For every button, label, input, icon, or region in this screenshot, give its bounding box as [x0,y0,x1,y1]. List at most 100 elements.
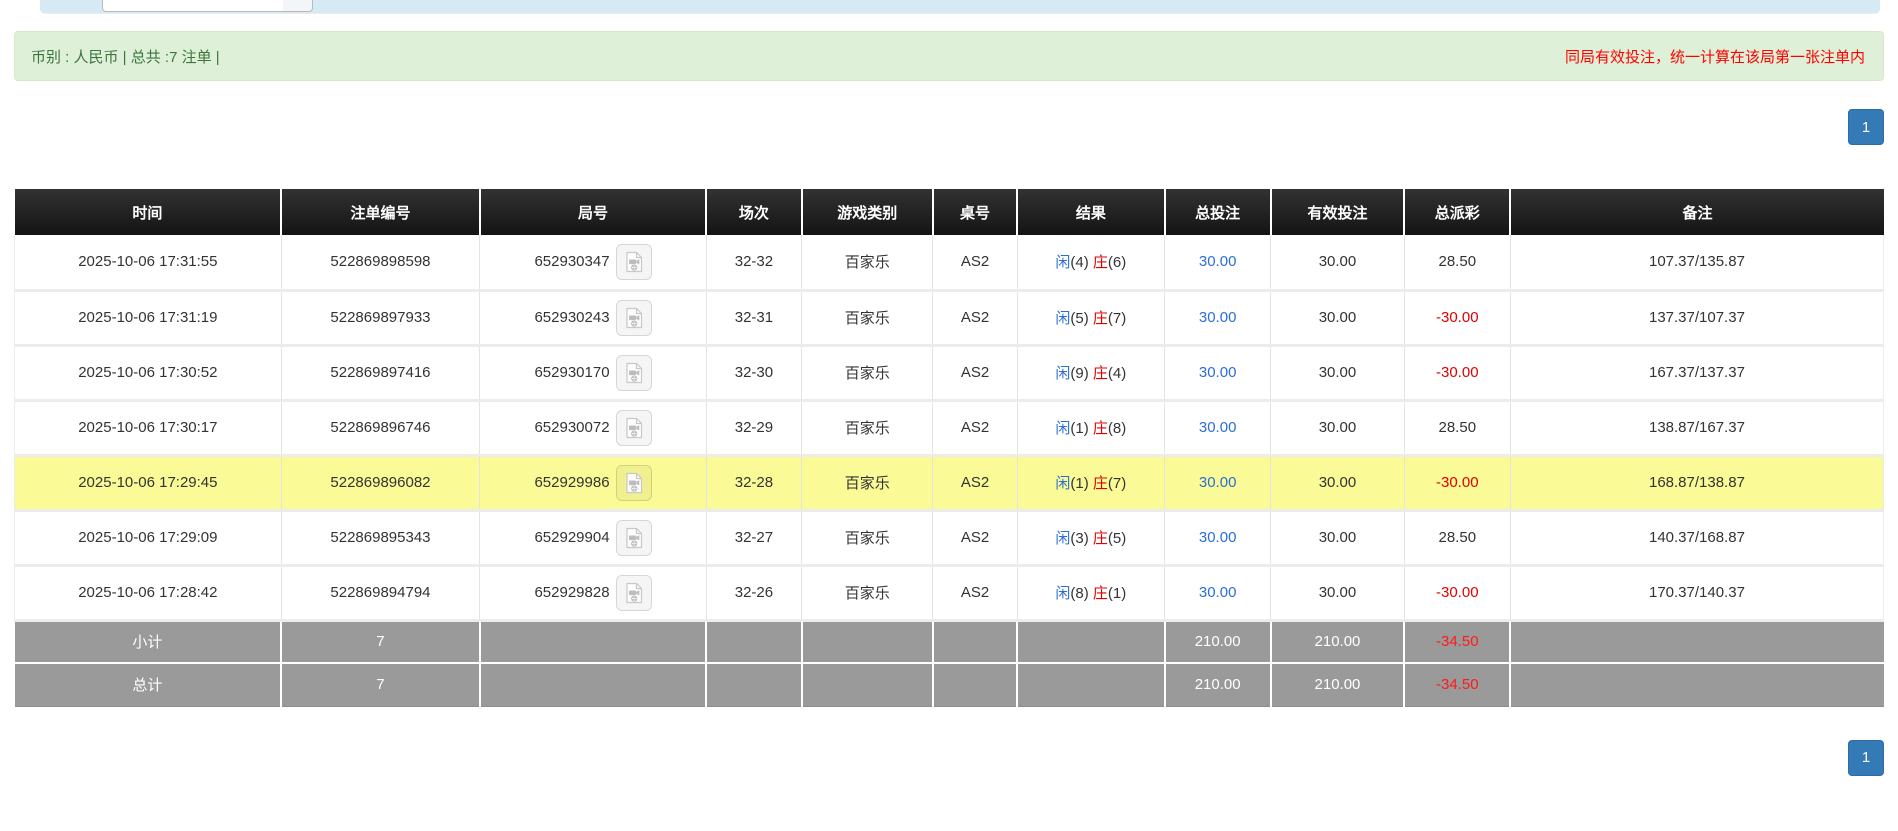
cell-session: 32-27 [706,510,803,567]
round-video-button[interactable] [615,354,652,391]
result-banker-points: (7) [1107,475,1127,492]
round-video-button[interactable] [615,299,652,336]
cell-game-type: 百家乐 [801,510,934,567]
header-table-no: 桌号 [932,189,1019,235]
cell-total-bet: 30.00 [1164,455,1272,512]
bet-records-table: 时间 注单编号 局号 场次 游戏类别 桌号 结果 总投注 有效投注 总派彩 备注… [14,189,1885,707]
header-payout: 总派彩 [1404,189,1512,235]
grand-total-payout: -34.50 [1404,663,1512,707]
cell-result: 闲(1) 庄(7) [1017,455,1166,512]
total-bet-link[interactable]: 30.00 [1199,529,1237,546]
cell-payout: -30.00 [1404,455,1511,512]
grand-total-count: 7 [281,663,481,707]
pagination-top: 1 [14,109,1884,145]
cell-table-no: AS2 [932,455,1018,512]
header-time: 时间 [14,189,283,235]
subtotal-count: 7 [281,620,481,664]
cell-session: 32-30 [706,345,803,402]
total-bet-link[interactable]: 30.00 [1199,309,1237,326]
result-banker-points: (4) [1107,365,1127,382]
pagination-bottom: 1 [14,739,1884,776]
header-remark: 备注 [1510,189,1884,235]
grand-total-row: 总计 7 210.00 210.00 -34.50 [14,663,1884,707]
cell-time: 2025-10-06 17:30:52 [14,345,282,402]
cell-time: 2025-10-06 17:28:42 [14,565,282,622]
page-1-button[interactable]: 1 [1848,109,1884,145]
video-icon [622,361,646,385]
total-bet-link[interactable]: 30.00 [1199,253,1237,270]
cell-total-bet: 30.00 [1164,290,1272,347]
cell-session: 32-31 [706,290,803,347]
video-icon [622,416,646,440]
cell-valid-bet: 30.00 [1270,565,1405,622]
cell-remark: 168.87/138.87 [1510,455,1885,512]
cell-table-no: AS2 [932,510,1018,567]
cell-round-id: 652930170 [479,345,707,402]
cell-remark: 138.87/167.37 [1510,400,1885,457]
table-header-row: 时间 注单编号 局号 场次 游戏类别 桌号 结果 总投注 有效投注 总派彩 备注 [14,189,1884,235]
cell-bet-id: 522869898598 [281,235,481,292]
round-video-button[interactable] [615,409,652,446]
round-video-button[interactable] [615,519,652,556]
result-player-points: (1) [1070,475,1089,492]
cell-round-id: 652930347 [479,235,707,292]
total-bet-link[interactable]: 30.00 [1199,364,1237,381]
cell-valid-bet: 30.00 [1270,290,1405,347]
cell-payout: -30.00 [1404,565,1511,622]
result-banker-points: (1) [1107,585,1127,602]
cell-total-bet: 30.00 [1164,235,1272,292]
cell-time: 2025-10-06 17:30:17 [14,400,282,457]
result-banker-points: (7) [1107,310,1127,327]
cell-result: 闲(8) 庄(1) [1017,565,1166,622]
result-banker-label: 庄 [1092,475,1108,492]
result-banker-label: 庄 [1092,420,1108,437]
table-body: 2025-10-06 17:31:55 522869898598 6529303… [14,235,1885,622]
result-player-label: 闲 [1055,475,1071,492]
round-id-text: 652929904 [534,529,610,546]
cell-bet-id: 522869896082 [281,455,481,512]
cell-valid-bet: 30.00 [1270,345,1405,402]
cell-result: 闲(9) 庄(4) [1017,345,1166,402]
round-video-button[interactable] [615,464,652,501]
cell-table-no: AS2 [932,400,1018,457]
result-banker-label: 庄 [1092,585,1108,602]
table-row: 2025-10-06 17:29:09 522869895343 6529299… [14,510,1885,567]
round-video-button[interactable] [615,243,652,280]
header-session: 场次 [706,189,803,235]
video-icon [622,526,646,550]
cell-bet-id: 522869896746 [281,400,481,457]
result-banker-points: (6) [1107,254,1127,272]
cell-table-no: AS2 [932,565,1018,622]
cell-session: 32-26 [706,565,803,622]
result-banker-points: (8) [1107,420,1127,437]
round-video-button[interactable] [615,574,652,611]
video-icon [622,250,646,274]
cell-time: 2025-10-06 17:31:19 [14,290,282,347]
grand-total-total-bet: 210.00 [1164,663,1272,707]
result-banker-label: 庄 [1092,254,1108,272]
total-bet-link[interactable]: 30.00 [1199,584,1237,601]
round-id-text: 652930347 [534,253,610,271]
cell-payout: -30.00 [1404,290,1511,347]
cell-time: 2025-10-06 17:29:09 [14,510,282,567]
subtotal-remark [1510,620,1884,664]
page-1-button-bottom[interactable]: 1 [1848,739,1884,776]
cell-remark: 107.37/135.87 [1510,235,1885,292]
cell-payout: 28.50 [1404,235,1511,292]
cell-time: 2025-10-06 17:31:55 [14,235,282,292]
video-icon [622,306,646,330]
cell-payout: 28.50 [1404,400,1511,457]
currency-summary-text: 币别 : 人民币 | 总共 :7 注单 | [31,48,220,66]
table-row: 2025-10-06 17:30:17 522869896746 6529300… [14,400,1885,457]
subtotal-payout: -34.50 [1404,620,1512,664]
total-bet-link[interactable]: 30.00 [1199,419,1237,436]
subtotal-total-bet: 210.00 [1164,620,1272,664]
table-row: 2025-10-06 17:29:45 522869896082 6529299… [14,455,1885,512]
valid-bet-note-text: 同局有效投注，统一计算在该局第一张注单内 [1564,48,1865,66]
cell-total-bet: 30.00 [1164,565,1272,622]
round-id-text: 652929986 [534,474,610,491]
round-id-text: 652930072 [534,419,610,436]
header-valid-bet: 有效投注 [1270,189,1406,235]
cell-bet-id: 522869894794 [281,565,481,622]
total-bet-link[interactable]: 30.00 [1199,474,1237,491]
